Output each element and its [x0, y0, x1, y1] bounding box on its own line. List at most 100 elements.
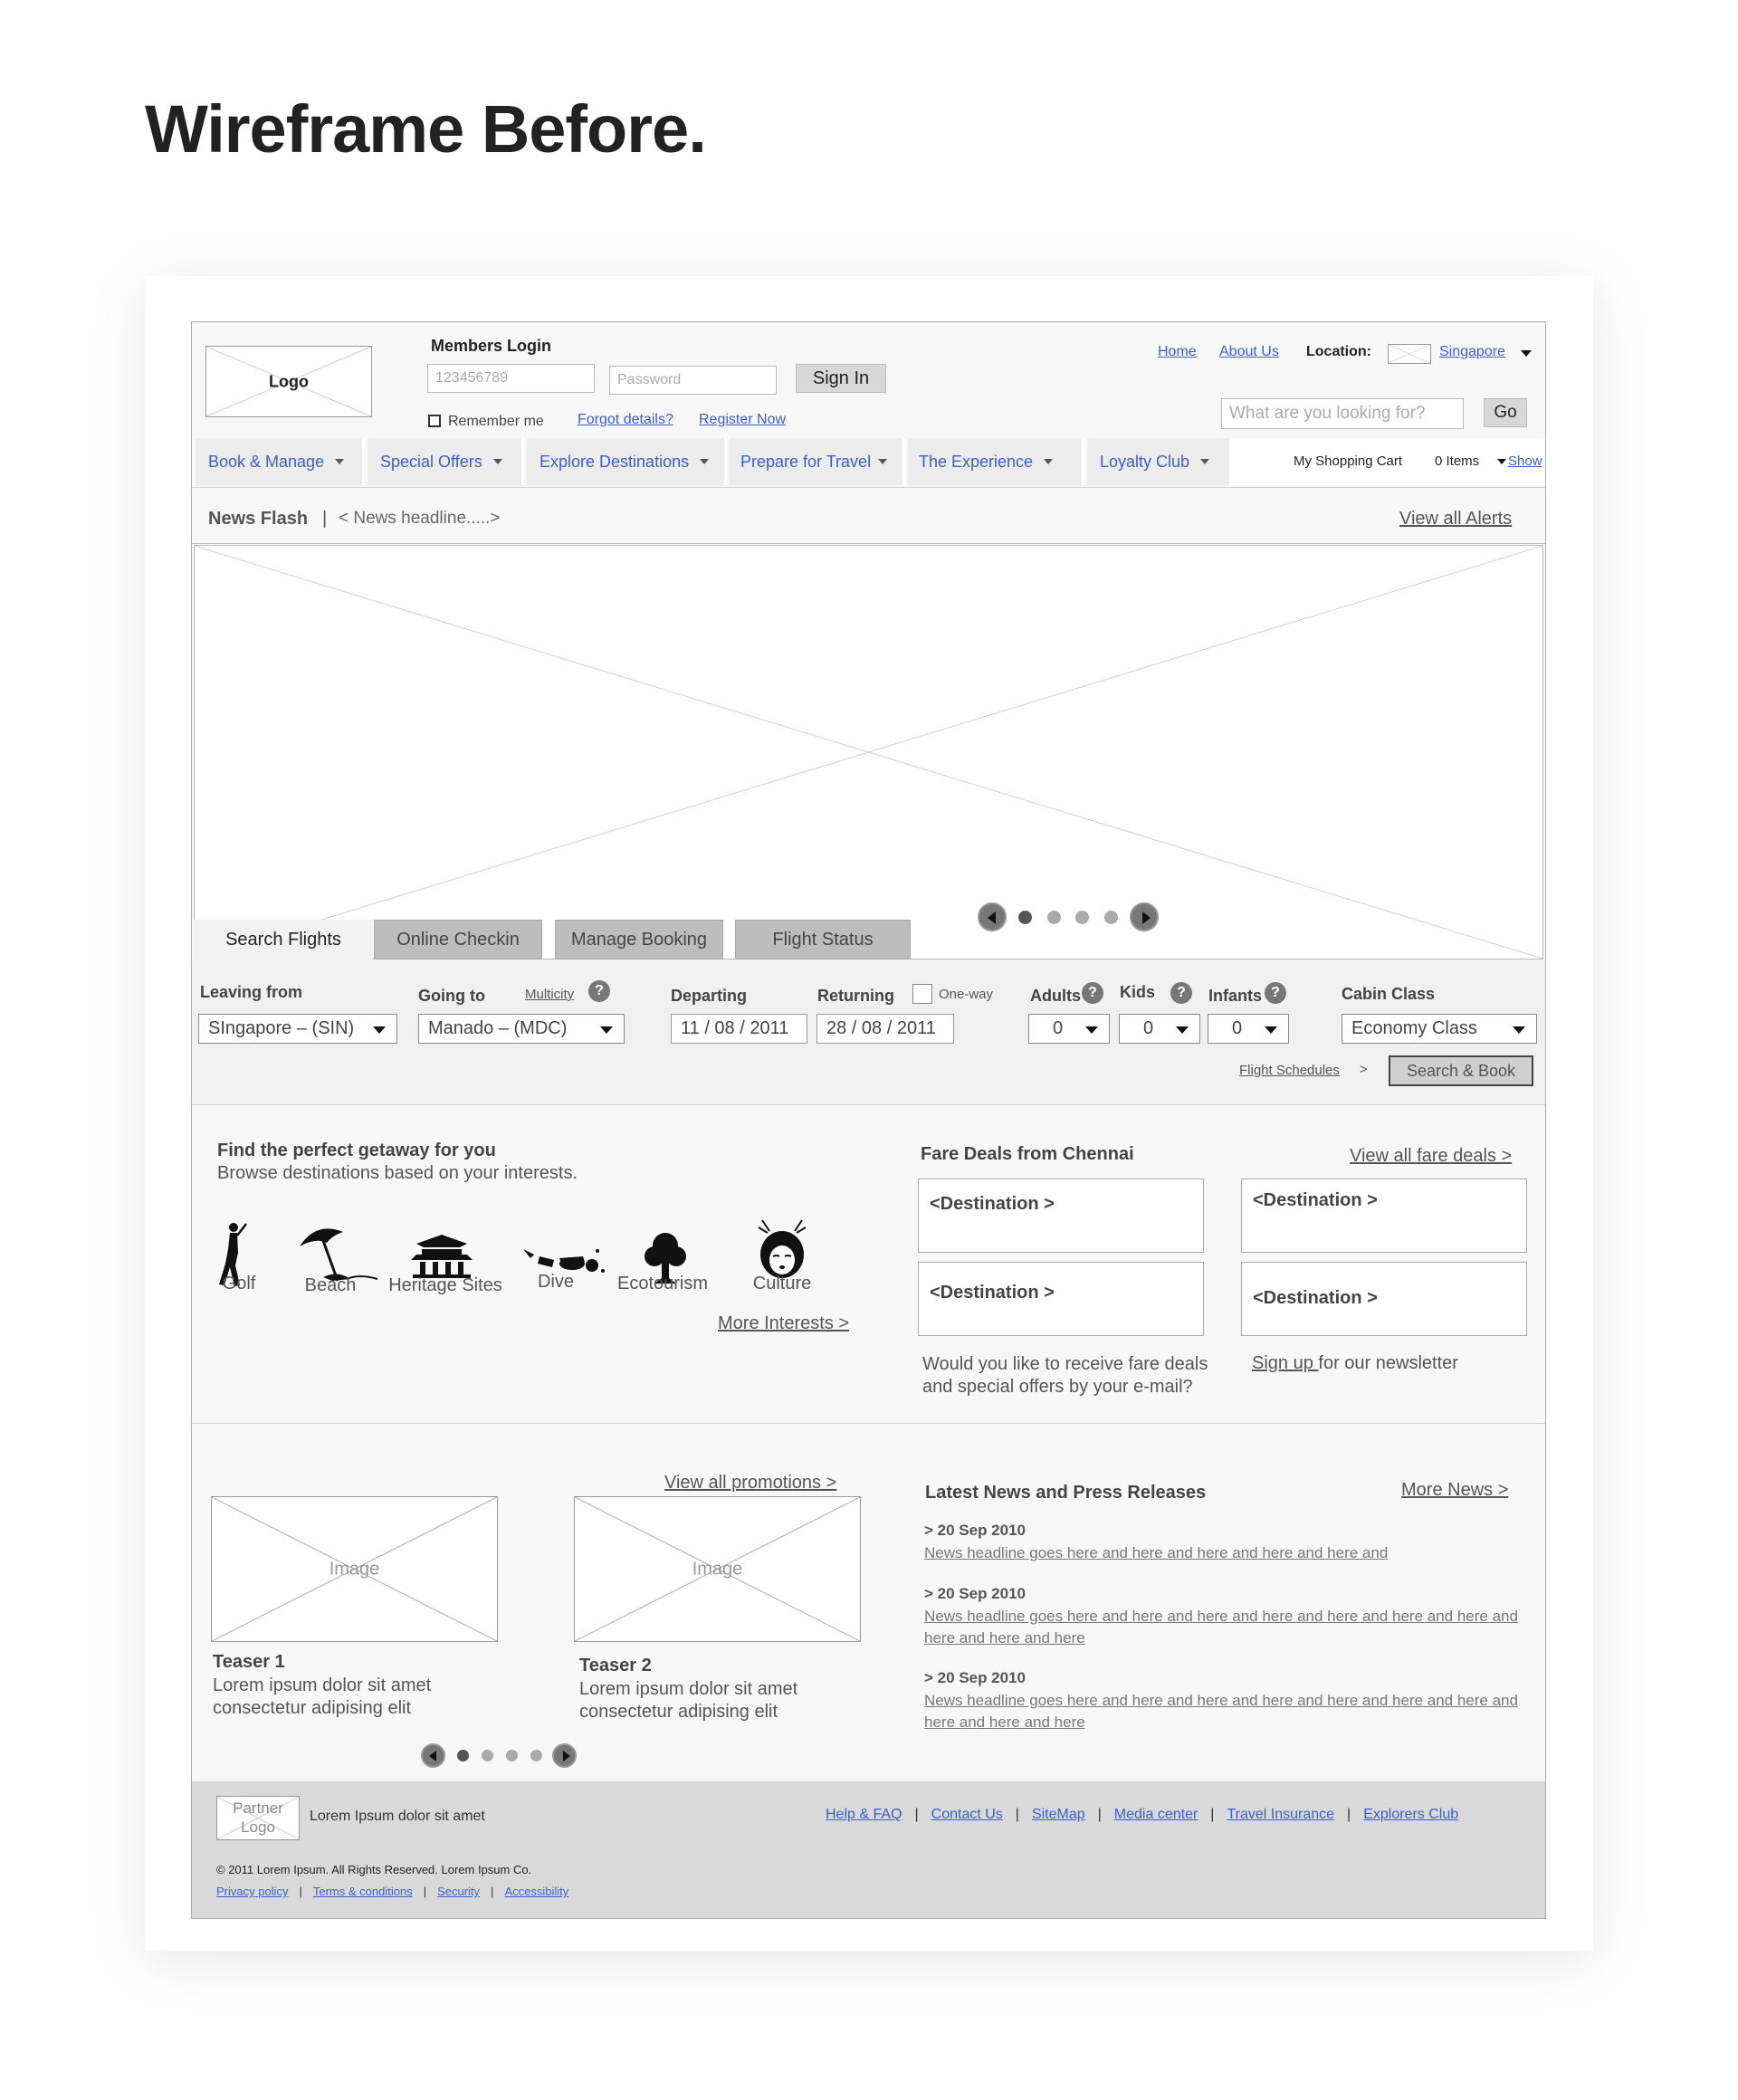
- news-headline-link[interactable]: News headline goes here and here and her…: [924, 1542, 1522, 1564]
- promo-dot[interactable]: [506, 1750, 518, 1761]
- footer-link-contact[interactable]: Contact Us: [931, 1807, 1003, 1823]
- news-flash-headline[interactable]: < News headline.....>: [339, 509, 501, 529]
- interest-ecotourism-label[interactable]: Ecotourism: [608, 1274, 717, 1294]
- remember-me-label: Remember me: [448, 414, 544, 429]
- interest-golf-label[interactable]: Golf: [192, 1274, 286, 1294]
- cabin-class-select[interactable]: Economy Class: [1342, 1014, 1537, 1044]
- tab-online-checkin[interactable]: Online Checkin: [374, 920, 542, 959]
- promo-dot[interactable]: [530, 1750, 542, 1761]
- teaser-1-title[interactable]: Teaser 1: [213, 1652, 285, 1673]
- flight-schedules-link[interactable]: Flight Schedules: [1239, 1063, 1340, 1078]
- dive-icon[interactable]: [520, 1240, 606, 1276]
- going-to-select[interactable]: Manado – (MDC): [418, 1014, 625, 1044]
- news-date: > 20 Sep 2010: [924, 1585, 1027, 1602]
- fare-destination-card[interactable]: <Destination >: [918, 1179, 1204, 1253]
- site-search-go-button[interactable]: Go: [1484, 398, 1527, 427]
- partner-logo[interactable]: Partner Logo: [216, 1796, 300, 1840]
- forgot-details-link[interactable]: Forgot details?: [578, 412, 673, 428]
- adults-select[interactable]: 0: [1028, 1014, 1110, 1044]
- teaser-1-image[interactable]: Image: [211, 1496, 498, 1642]
- infants-help-icon[interactable]: ?: [1265, 982, 1286, 1004]
- chevron-down-icon: [1044, 459, 1054, 464]
- carousel-dot[interactable]: [1104, 911, 1118, 924]
- security-link[interactable]: Security: [437, 1885, 480, 1898]
- kids-select[interactable]: 0: [1119, 1014, 1200, 1044]
- news-headline-link[interactable]: News headline goes here and here and her…: [924, 1606, 1531, 1649]
- nav-book-manage[interactable]: Book & Manage: [196, 438, 365, 485]
- carousel-next-icon[interactable]: [1130, 902, 1159, 931]
- one-way-label: One-way: [939, 987, 994, 1002]
- home-link[interactable]: Home: [1158, 344, 1197, 360]
- logo[interactable]: Logo: [205, 346, 372, 417]
- nav-loyalty-club[interactable]: Loyalty Club: [1087, 438, 1232, 485]
- culture-icon[interactable]: [753, 1218, 811, 1280]
- promo-prev-icon[interactable]: [421, 1743, 445, 1768]
- sign-in-button[interactable]: Sign In: [796, 364, 886, 393]
- fare-destination-card[interactable]: <Destination >: [1241, 1262, 1527, 1336]
- interest-heritage-label[interactable]: Heritage Sites: [382, 1275, 509, 1296]
- site-search-input[interactable]: What are you looking for?: [1221, 398, 1464, 429]
- adults-help-icon[interactable]: ?: [1082, 982, 1103, 1004]
- interest-culture-label[interactable]: Culture: [739, 1274, 826, 1294]
- nav-label: Special Offers: [380, 452, 482, 471]
- departing-date-input[interactable]: 11 / 08 / 2011: [671, 1014, 807, 1044]
- news-headline-link[interactable]: News headline goes here and here and her…: [924, 1690, 1531, 1733]
- privacy-policy-link[interactable]: Privacy policy: [216, 1885, 288, 1898]
- footer-link-insurance[interactable]: Travel Insurance: [1227, 1807, 1334, 1823]
- fare-destination-card[interactable]: <Destination >: [1241, 1179, 1527, 1253]
- search-book-button[interactable]: Search & Book: [1389, 1055, 1533, 1086]
- fare-destination-card[interactable]: <Destination >: [918, 1262, 1204, 1336]
- more-interests-link[interactable]: More Interests >: [718, 1313, 849, 1334]
- register-now-link[interactable]: Register Now: [699, 412, 786, 428]
- more-news-link[interactable]: More News >: [1401, 1480, 1508, 1501]
- member-id-input[interactable]: 123456789: [427, 364, 595, 393]
- leaving-from-select[interactable]: SIngapore – (SIN): [198, 1014, 397, 1044]
- teaser-2-image[interactable]: Image: [574, 1496, 861, 1642]
- footer-link-sitemap[interactable]: SiteMap: [1032, 1807, 1085, 1823]
- carousel-dot[interactable]: [1075, 911, 1089, 924]
- interest-dive-label[interactable]: Dive: [520, 1272, 592, 1293]
- promo-next-icon[interactable]: [552, 1743, 577, 1768]
- multicity-link[interactable]: Multicity: [525, 987, 574, 1002]
- multicity-help-icon[interactable]: ?: [588, 980, 610, 1002]
- carousel-prev-icon[interactable]: [978, 902, 1007, 931]
- about-us-link[interactable]: About Us: [1219, 344, 1279, 360]
- divider: [192, 543, 1545, 544]
- footer-link-explorers[interactable]: Explorers Club: [1363, 1807, 1458, 1823]
- view-all-promotions-link[interactable]: View all promotions >: [664, 1473, 836, 1494]
- nav-special-offers[interactable]: Special Offers: [368, 438, 524, 485]
- footer-link-help[interactable]: Help & FAQ: [826, 1807, 902, 1823]
- cart-show-link[interactable]: Show: [1508, 453, 1542, 469]
- terms-link[interactable]: Terms & conditions: [313, 1885, 413, 1898]
- footer-link-media[interactable]: Media center: [1114, 1807, 1198, 1823]
- returning-date-input[interactable]: 28 / 08 / 2011: [816, 1014, 954, 1044]
- location-dropdown-caret-icon[interactable]: [1521, 350, 1532, 357]
- sign-up-link[interactable]: Sign up: [1252, 1353, 1318, 1373]
- carousel-dot[interactable]: [1018, 911, 1032, 924]
- one-way-checkbox[interactable]: [912, 984, 932, 1004]
- nav-prepare-for-travel[interactable]: Prepare for Travel: [730, 438, 905, 485]
- promo-dot[interactable]: [457, 1750, 469, 1761]
- footer-tagline: Lorem Ipsum dolor sit amet: [310, 1809, 485, 1824]
- interest-beach-label[interactable]: Beach: [282, 1275, 378, 1296]
- leaving-from-value: SIngapore – (SIN): [208, 1018, 355, 1038]
- tab-manage-booking[interactable]: Manage Booking: [555, 920, 723, 959]
- carousel-dot[interactable]: [1047, 911, 1061, 924]
- cart-caret-icon: [1497, 459, 1506, 464]
- promo-dot[interactable]: [482, 1750, 493, 1761]
- tab-flight-status[interactable]: Flight Status: [735, 920, 911, 959]
- accessibility-link[interactable]: Accessibility: [504, 1885, 568, 1898]
- heritage-icon[interactable]: [409, 1233, 474, 1278]
- tab-search-flights[interactable]: Search Flights: [194, 920, 373, 959]
- nav-explore-destinations[interactable]: Explore Destinations: [527, 438, 727, 485]
- view-all-alerts-link[interactable]: View all Alerts: [1399, 509, 1512, 530]
- location-link[interactable]: Singapore: [1439, 344, 1505, 360]
- remember-me-checkbox[interactable]: [428, 415, 441, 427]
- kids-help-icon[interactable]: ?: [1170, 982, 1192, 1004]
- teaser-2-title[interactable]: Teaser 2: [579, 1656, 652, 1676]
- partner-logo-label: Partner Logo: [233, 1799, 283, 1836]
- infants-select[interactable]: 0: [1208, 1014, 1289, 1044]
- password-input[interactable]: Password: [609, 366, 777, 395]
- nav-the-experience[interactable]: The Experience: [908, 438, 1084, 485]
- view-all-fare-deals-link[interactable]: View all fare deals >: [1350, 1146, 1512, 1167]
